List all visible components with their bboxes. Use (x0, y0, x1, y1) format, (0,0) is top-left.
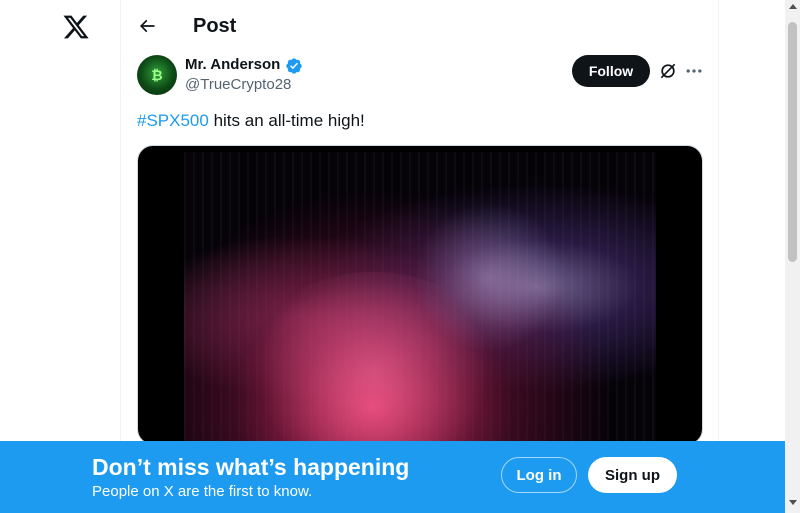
verified-badge-icon (286, 58, 302, 74)
author-name[interactable]: Mr. Anderson (185, 56, 280, 74)
signup-button[interactable]: Sign up (588, 457, 677, 493)
banner-title: Don’t miss what’s happening (92, 454, 410, 480)
page-title: Post (193, 15, 237, 37)
hashtag-link[interactable]: #SPX500 (137, 111, 209, 130)
post-text-body: hits an all-time high! (208, 111, 365, 130)
scroll-down-arrow-icon[interactable] (789, 500, 797, 505)
banner-subtitle: People on X are the first to know. (92, 483, 313, 500)
avatar[interactable]: ₿ (137, 55, 177, 95)
login-button[interactable]: Log in (501, 457, 577, 493)
follow-button[interactable]: Follow (572, 55, 650, 87)
more-horizontal-icon[interactable] (684, 61, 704, 81)
fireworks-image (184, 152, 656, 444)
grok-icon[interactable] (658, 61, 678, 81)
author-handle[interactable]: @TrueCrypto28 (185, 76, 291, 94)
signup-banner: Don’t miss what’s happening People on X … (0, 441, 785, 513)
post-media-video[interactable] (137, 145, 703, 445)
post-text: #SPX500 hits an all-time high! (137, 110, 365, 132)
scrollbar[interactable] (785, 0, 800, 513)
scroll-up-arrow-icon[interactable] (789, 4, 797, 9)
arrow-left-icon[interactable] (137, 16, 157, 36)
scrollbar-thumb[interactable] (788, 22, 797, 262)
x-logo-icon[interactable] (62, 13, 90, 41)
